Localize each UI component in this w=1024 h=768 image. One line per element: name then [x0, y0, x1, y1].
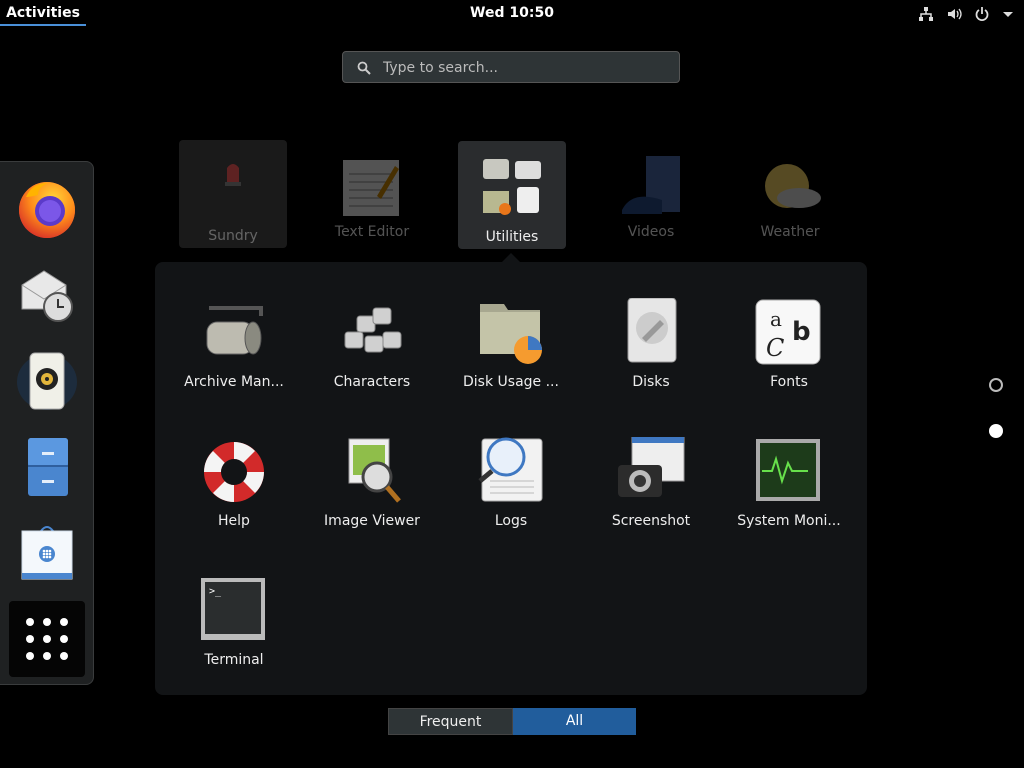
logs-icon [478, 437, 543, 502]
dash [0, 161, 94, 685]
svg-text:C: C [766, 334, 784, 362]
folder-label: Sundry [208, 228, 258, 244]
evolution-mail-icon[interactable] [12, 258, 82, 330]
videos-icon [622, 156, 680, 214]
top-bar: Activities Wed 10:50 [0, 0, 1024, 27]
utilities-folder-icon [483, 159, 541, 215]
app-image-viewer[interactable]: Image Viewer [312, 437, 432, 547]
folder-sundry[interactable]: Sundry [179, 140, 287, 248]
app-screenshot[interactable]: Screenshot [591, 437, 711, 547]
app-label: Image Viewer [324, 513, 420, 529]
rhythmbox-icon[interactable] [12, 344, 82, 416]
app-label: Weather [760, 224, 820, 240]
app-label: Disk Usage ... [463, 374, 559, 390]
app-disk-usage[interactable]: Disk Usage ... [451, 298, 571, 408]
app-system-monitor[interactable]: System Moni... [729, 437, 849, 547]
svg-text:>_: >_ [209, 586, 222, 597]
svg-text:b: b [792, 317, 811, 347]
disks-icon [627, 298, 677, 363]
app-label: Logs [494, 513, 528, 529]
network-icon[interactable] [918, 6, 934, 22]
app-weather[interactable]: Weather [736, 140, 844, 248]
page-indicator-1[interactable] [989, 378, 1003, 392]
search-icon [357, 60, 371, 79]
app-archive-manager[interactable]: Archive Man... [174, 298, 294, 408]
dropdown-arrow-icon[interactable] [1002, 6, 1014, 22]
svg-text:a: a [770, 307, 782, 331]
weather-icon [765, 164, 821, 208]
app-help[interactable]: Help [174, 437, 294, 547]
show-applications-button[interactable] [9, 601, 85, 677]
image-viewer-icon [348, 438, 401, 503]
app-label: Help [218, 513, 250, 529]
app-terminal[interactable]: >_ Terminal [174, 576, 294, 686]
clock[interactable]: Wed 10:50 [0, 0, 1024, 27]
search-box[interactable] [342, 51, 680, 83]
folder-label: Utilities [485, 229, 539, 245]
app-label: Text Editor [334, 224, 410, 240]
system-monitor-icon [756, 439, 820, 501]
help-icon [204, 442, 264, 502]
files-icon[interactable] [12, 430, 82, 502]
app-label: Fonts [770, 374, 808, 390]
fonts-icon: a b C [755, 299, 821, 365]
characters-icon [344, 307, 402, 353]
software-icon[interactable] [12, 516, 82, 588]
sundry-icon [225, 164, 241, 186]
all-tab[interactable]: All [513, 708, 636, 735]
app-label: Disks [632, 374, 670, 390]
app-label: Archive Man... [184, 374, 284, 390]
power-icon[interactable] [974, 6, 990, 22]
app-videos[interactable]: Videos [597, 140, 705, 248]
terminal-icon: >_ [201, 578, 265, 640]
app-label: Terminal [204, 652, 264, 668]
app-grid-icon [26, 618, 68, 660]
view-switcher: Frequent All [388, 708, 636, 735]
app-label: Characters [333, 374, 411, 390]
system-tray[interactable] [918, 0, 1014, 27]
screenshot-icon [618, 437, 685, 497]
app-label: Videos [627, 224, 675, 240]
volume-icon[interactable] [946, 6, 962, 22]
page-indicator-2-active[interactable] [989, 424, 1003, 438]
archive-manager-icon [206, 306, 263, 355]
folder-utilities[interactable]: Utilities [458, 141, 566, 249]
text-editor-icon [343, 160, 399, 216]
app-fonts[interactable]: a b C Fonts [729, 298, 849, 408]
app-logs[interactable]: Logs [451, 437, 571, 547]
utilities-folder-popup: Archive Man... Characters Disk Usage ...… [155, 262, 867, 695]
firefox-icon[interactable] [12, 172, 82, 244]
disk-usage-icon [480, 304, 542, 364]
app-disks[interactable]: Disks [591, 298, 711, 408]
frequent-tab[interactable]: Frequent [388, 708, 513, 735]
app-label: Screenshot [611, 513, 691, 529]
app-label: System Moni... [737, 513, 841, 529]
search-input[interactable] [381, 57, 665, 79]
app-characters[interactable]: Characters [312, 298, 432, 408]
app-text-editor[interactable]: Text Editor [318, 140, 426, 248]
